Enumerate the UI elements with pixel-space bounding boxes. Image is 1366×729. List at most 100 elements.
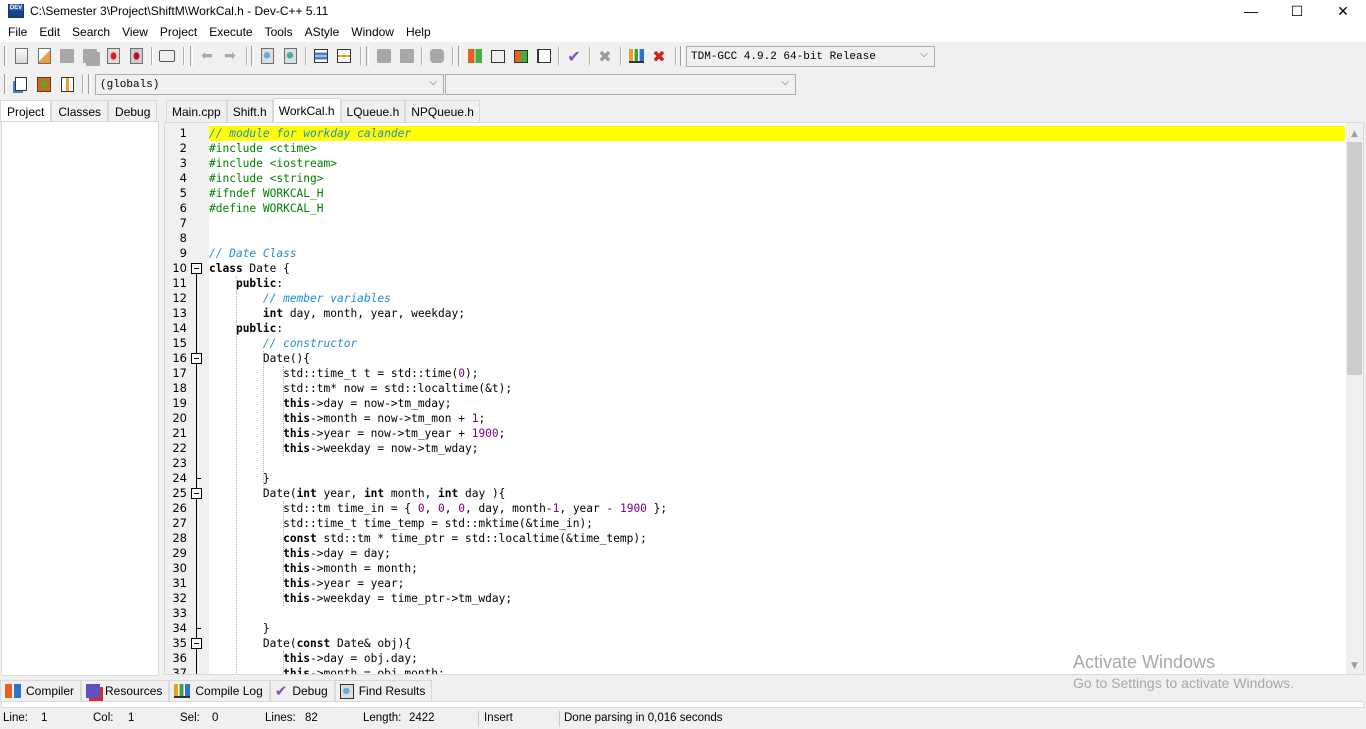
menu-search[interactable]: Search <box>66 22 116 42</box>
close-window-button[interactable]: ✕ <box>1320 0 1366 22</box>
code-line[interactable]: 13 int day, month, year, weekday; <box>172 306 1345 321</box>
remove-from-project-icon[interactable] <box>58 75 76 93</box>
find-icon[interactable] <box>258 47 276 65</box>
menu-tools[interactable]: Tools <box>259 22 299 42</box>
code-line[interactable]: 1// module for workday calander <box>180 126 1345 141</box>
run-icon[interactable] <box>489 47 507 65</box>
code-line[interactable]: 20 this->month = now->tm_mon + 1; <box>172 411 1345 426</box>
profile-icon[interactable] <box>627 47 645 65</box>
menu-execute[interactable]: Execute <box>203 22 258 42</box>
code-line[interactable]: 17 std::time_t t = std::time(0); <box>172 366 1345 381</box>
code-line[interactable]: 24 } <box>172 471 1345 486</box>
code-line[interactable]: 7 <box>180 216 1345 231</box>
replace-icon[interactable] <box>281 47 299 65</box>
save-all-icon[interactable] <box>81 47 99 65</box>
code-line[interactable]: 19 this->day = now->tm_mday; <box>172 396 1345 411</box>
code-line[interactable]: 14 public: <box>172 321 1345 336</box>
toggle-comment-icon[interactable] <box>428 47 446 65</box>
maximize-button[interactable]: ☐ <box>1274 0 1320 22</box>
scrollbar-thumb[interactable] <box>1347 142 1362 375</box>
tab-workcal-h[interactable]: WorkCal.h <box>272 98 341 122</box>
code-line[interactable]: 4 #include <string> <box>180 171 1345 186</box>
tab-debug[interactable]: Debug <box>108 100 158 122</box>
menu-view[interactable]: View <box>116 22 154 42</box>
scroll-up-icon[interactable]: ▲ <box>1346 125 1363 142</box>
close-file-icon[interactable] <box>104 47 122 65</box>
print-icon[interactable] <box>158 47 176 65</box>
fold-collapse-icon[interactable] <box>191 353 202 364</box>
project-browser[interactable] <box>1 121 159 676</box>
code-line[interactable]: 18 std::tm* now = std::localtime(&t); <box>172 381 1345 396</box>
code-line[interactable]: 22 this->weekday = now->tm_wday; <box>172 441 1345 456</box>
compile-run-icon[interactable] <box>512 47 530 65</box>
tab-classes[interactable]: Classes <box>51 100 109 122</box>
tab-lqueue-h[interactable]: LQueue.h <box>340 100 406 122</box>
code-line[interactable]: 34 } <box>172 621 1345 636</box>
bookmark-prev-icon[interactable] <box>375 47 393 65</box>
function-select[interactable]: ⌵ <box>445 74 796 95</box>
undo-icon[interactable]: ⬅ <box>198 47 216 65</box>
rebuild-all-icon[interactable] <box>535 47 553 65</box>
code-line[interactable]: 23 <box>172 456 1345 471</box>
code-line[interactable]: 5 #ifndef WORKCAL_H <box>180 186 1345 201</box>
output-panel-collapsed[interactable] <box>1 701 1364 708</box>
tab-main-cpp[interactable]: Main.cpp <box>166 100 227 122</box>
code-line[interactable]: 32 this->weekday = time_ptr->tm_wday; <box>172 591 1345 606</box>
menu-file[interactable]: File <box>2 22 33 42</box>
menu-edit[interactable]: Edit <box>33 22 66 42</box>
tab-shift-h[interactable]: Shift.h <box>226 100 273 122</box>
code-editor[interactable]: 1// module for workday calander 2 #include… <box>164 122 1364 675</box>
new-project-icon[interactable] <box>12 75 30 93</box>
unindent-icon[interactable] <box>335 47 353 65</box>
menu-help[interactable]: Help <box>400 22 437 42</box>
indent-icon[interactable] <box>312 47 330 65</box>
fold-collapse-icon[interactable] <box>191 488 202 499</box>
code-line[interactable]: 8 <box>180 231 1345 246</box>
minimize-button[interactable]: — <box>1228 0 1274 22</box>
code-area[interactable]: 1// module for workday calander 2 #include… <box>172 126 1345 674</box>
fold-collapse-icon[interactable] <box>191 263 202 274</box>
tab-compile-log[interactable]: Compile Log <box>169 680 270 702</box>
bookmark-next-icon[interactable] <box>398 47 416 65</box>
code-line[interactable]: 35 Date(const Date& obj){ <box>172 636 1345 651</box>
code-line[interactable]: 29 this->day = day; <box>172 546 1345 561</box>
code-line[interactable]: 25 Date(int year, int month, int day ){ <box>172 486 1345 501</box>
open-file-icon[interactable] <box>35 47 53 65</box>
code-line[interactable]: 27 std::time_t time_temp = std::mktime(&… <box>172 516 1345 531</box>
code-line[interactable]: 2 #include <ctime> <box>180 141 1345 156</box>
tab-npqueue-h[interactable]: NPQueue.h <box>405 100 480 122</box>
fold-margin[interactable] <box>189 123 209 674</box>
tab-project[interactable]: Project <box>0 100 52 123</box>
scroll-down-icon[interactable]: ▼ <box>1346 657 1363 674</box>
syntax-check-icon[interactable]: ✔ <box>565 47 583 66</box>
tab-resources[interactable]: Resources <box>81 680 170 702</box>
code-line[interactable]: 3 #include <iostream> <box>180 156 1345 171</box>
fold-collapse-icon[interactable] <box>191 638 202 649</box>
code-line[interactable]: 16 Date(){ <box>172 351 1345 366</box>
menu-window[interactable]: Window <box>345 22 400 42</box>
tab-compiler[interactable]: Compiler <box>0 680 82 702</box>
menu-astyle[interactable]: AStyle <box>299 22 346 42</box>
close-all-icon[interactable] <box>127 47 145 65</box>
redo-icon[interactable]: ➡ <box>221 47 239 65</box>
toolbar-grip[interactable] <box>4 46 7 66</box>
menu-project[interactable]: Project <box>154 22 203 42</box>
code-line[interactable]: 26 std::tm time_in = { 0, 0, 0, day, mon… <box>172 501 1345 516</box>
save-icon[interactable] <box>58 47 76 65</box>
code-line[interactable]: 30 this->month = month; <box>172 561 1345 576</box>
code-line[interactable]: 11 public: <box>172 276 1345 291</box>
code-line[interactable]: 21 this->year = now->tm_year + 1900; <box>172 426 1345 441</box>
scope-select[interactable]: (globals) ⌵ <box>95 74 444 95</box>
compile-icon[interactable] <box>466 47 484 65</box>
code-line[interactable]: 10 class Date { <box>172 261 1345 276</box>
code-line[interactable]: 28 const std::tm * time_ptr = std::local… <box>172 531 1345 546</box>
code-line[interactable]: 33 <box>172 606 1345 621</box>
delete-profile-icon[interactable]: ✖ <box>650 47 668 66</box>
tab-debug-output[interactable]: ✔ Debug <box>269 680 335 702</box>
vertical-scrollbar[interactable]: ▲ ▼ <box>1346 123 1363 674</box>
stop-execution-icon[interactable]: ✖ <box>596 47 614 66</box>
code-line[interactable]: 6 #define WORKCAL_H <box>180 201 1345 216</box>
code-line[interactable]: 12 // member variables <box>172 291 1345 306</box>
code-line[interactable]: 15 // constructor <box>172 336 1345 351</box>
new-file-icon[interactable] <box>12 47 30 65</box>
